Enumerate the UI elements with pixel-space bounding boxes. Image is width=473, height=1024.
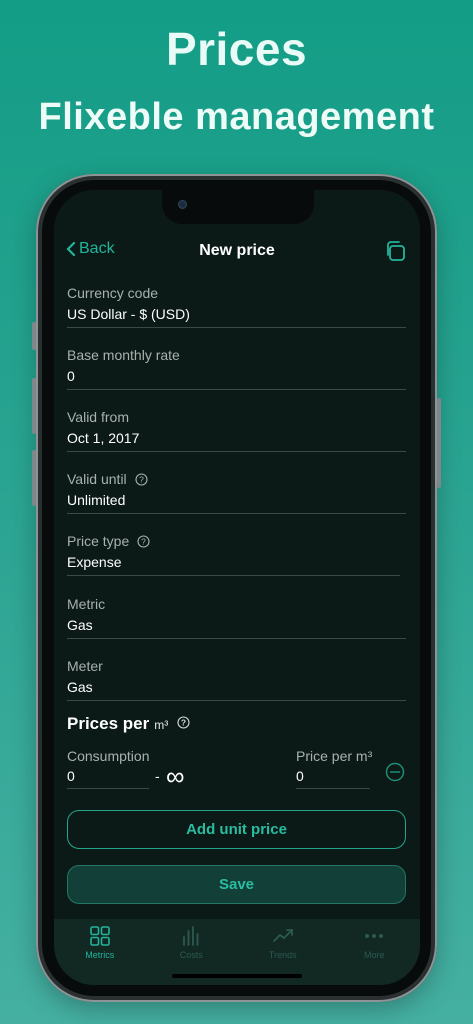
field-label: Currency code	[67, 285, 159, 301]
svg-text:?: ?	[139, 474, 144, 484]
svg-text:?: ?	[141, 536, 146, 546]
field-label: Valid until	[67, 471, 127, 487]
phone-silent-switch	[32, 322, 36, 350]
tab-more[interactable]: More	[329, 919, 421, 985]
svg-text:?: ?	[181, 718, 186, 728]
tab-metrics[interactable]: Metrics	[54, 919, 146, 985]
trend-line-icon	[272, 929, 293, 942]
section-title-text: Prices per	[67, 714, 150, 733]
notch	[162, 190, 314, 224]
tab-label: Metrics	[85, 950, 115, 960]
camera	[178, 200, 187, 209]
metric-field[interactable]: Metric Gas	[67, 596, 406, 639]
field-label: Metric	[67, 596, 106, 612]
save-button[interactable]: Save	[67, 865, 406, 904]
tab-label: Trends	[268, 950, 297, 960]
infinity-upper-bound[interactable]: ∞	[166, 763, 185, 789]
consumption-label: Consumption	[67, 748, 150, 764]
price-per-unit-label: Price per m³	[296, 748, 373, 764]
price-per-unit-input[interactable]: 0	[296, 768, 370, 789]
phone-volume-down	[32, 450, 36, 506]
remove-price-icon[interactable]	[385, 762, 405, 787]
promo-title: Prices	[165, 23, 308, 75]
tab-label: More	[363, 950, 385, 960]
phone-volume-up	[32, 378, 36, 434]
currency-code-field[interactable]: Currency code US Dollar - $ (USD)	[67, 285, 406, 328]
field-label: Price type	[67, 533, 130, 549]
valid-from-field[interactable]: Valid from Oct 1, 2017	[67, 409, 406, 452]
tab-label: Costs	[179, 950, 203, 960]
price-type-field[interactable]: Price type ? Expense	[67, 533, 400, 576]
field-value: Expense	[67, 554, 400, 576]
field-value: US Dollar - $ (USD)	[67, 306, 406, 328]
section-unit: m³	[154, 718, 169, 732]
phone-power-button	[437, 398, 441, 488]
prices-section-title: Prices per m³ ?	[67, 714, 190, 734]
app-screen: Back New price Currency code US Dollar -…	[54, 190, 420, 985]
bar-chart-icon	[183, 926, 199, 946]
help-icon[interactable]: ?	[177, 716, 190, 729]
help-icon[interactable]: ?	[137, 534, 150, 548]
field-label: Valid from	[67, 409, 129, 425]
home-indicator	[172, 974, 302, 978]
range-separator: -	[155, 768, 160, 784]
field-label: Meter	[67, 658, 103, 674]
field-value: Gas	[67, 617, 406, 639]
field-label: Base monthly rate	[67, 347, 180, 363]
add-unit-price-button[interactable]: Add unit price	[67, 810, 406, 849]
consumption-input[interactable]: 0	[67, 768, 149, 789]
nav-bar: Back New price	[54, 240, 420, 264]
meter-field[interactable]: Meter Gas	[67, 658, 406, 701]
field-value: Gas	[67, 679, 406, 701]
field-value: Oct 1, 2017	[67, 430, 406, 452]
base-monthly-rate-field[interactable]: Base monthly rate 0	[67, 347, 406, 390]
promo-subtitle: Flixeble management	[38, 96, 435, 138]
field-value: Unlimited	[67, 492, 406, 514]
more-dots-icon	[365, 934, 384, 938]
page-title: New price	[199, 242, 275, 259]
field-value: 0	[67, 368, 406, 390]
help-icon[interactable]: ?	[135, 472, 148, 486]
grid-icon	[89, 926, 110, 946]
copy-icon[interactable]	[384, 240, 406, 267]
valid-until-field[interactable]: Valid until ? Unlimited	[67, 471, 406, 514]
